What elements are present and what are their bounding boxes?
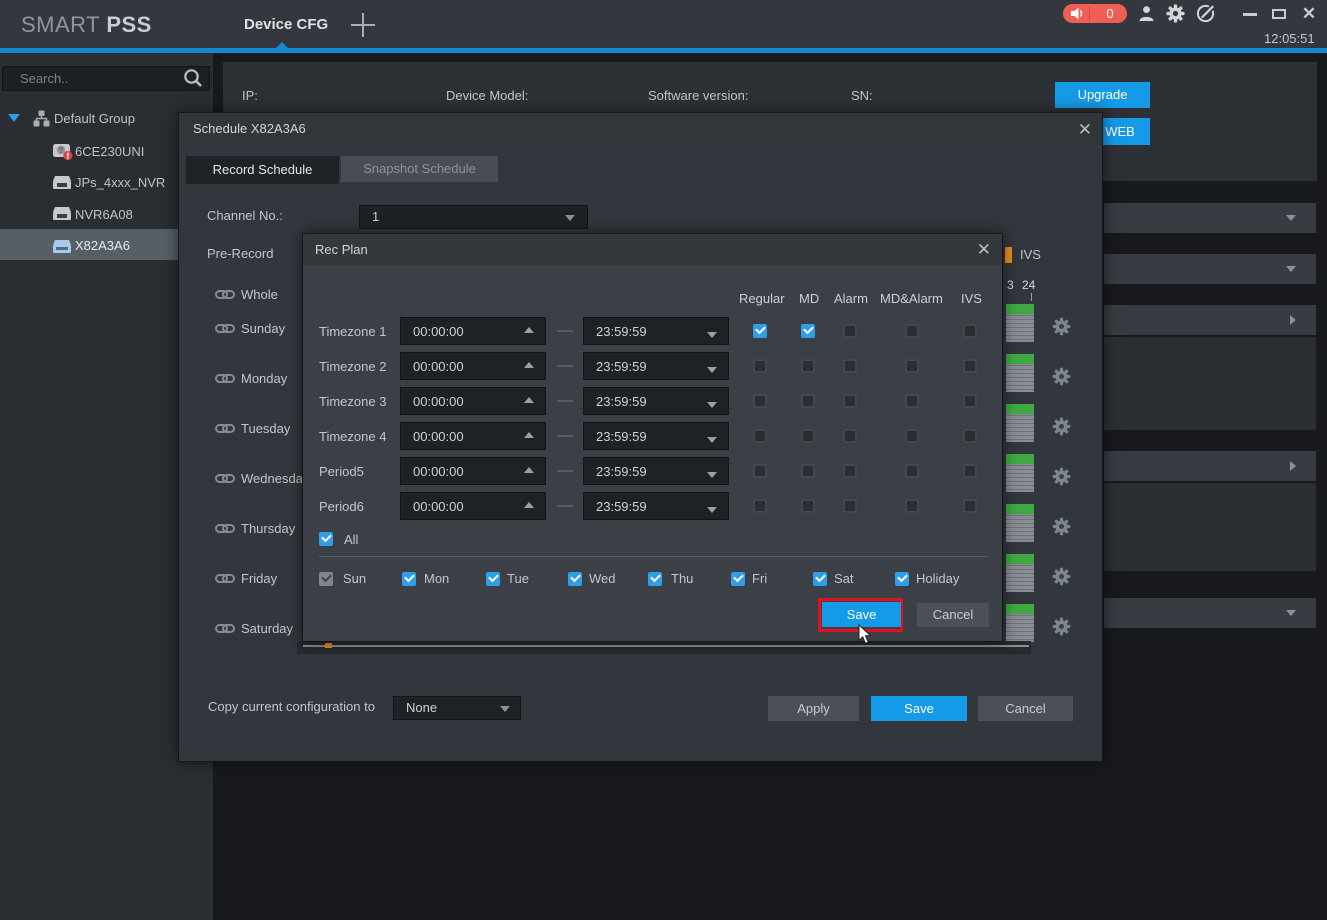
svg-text:?: ? (59, 146, 64, 155)
